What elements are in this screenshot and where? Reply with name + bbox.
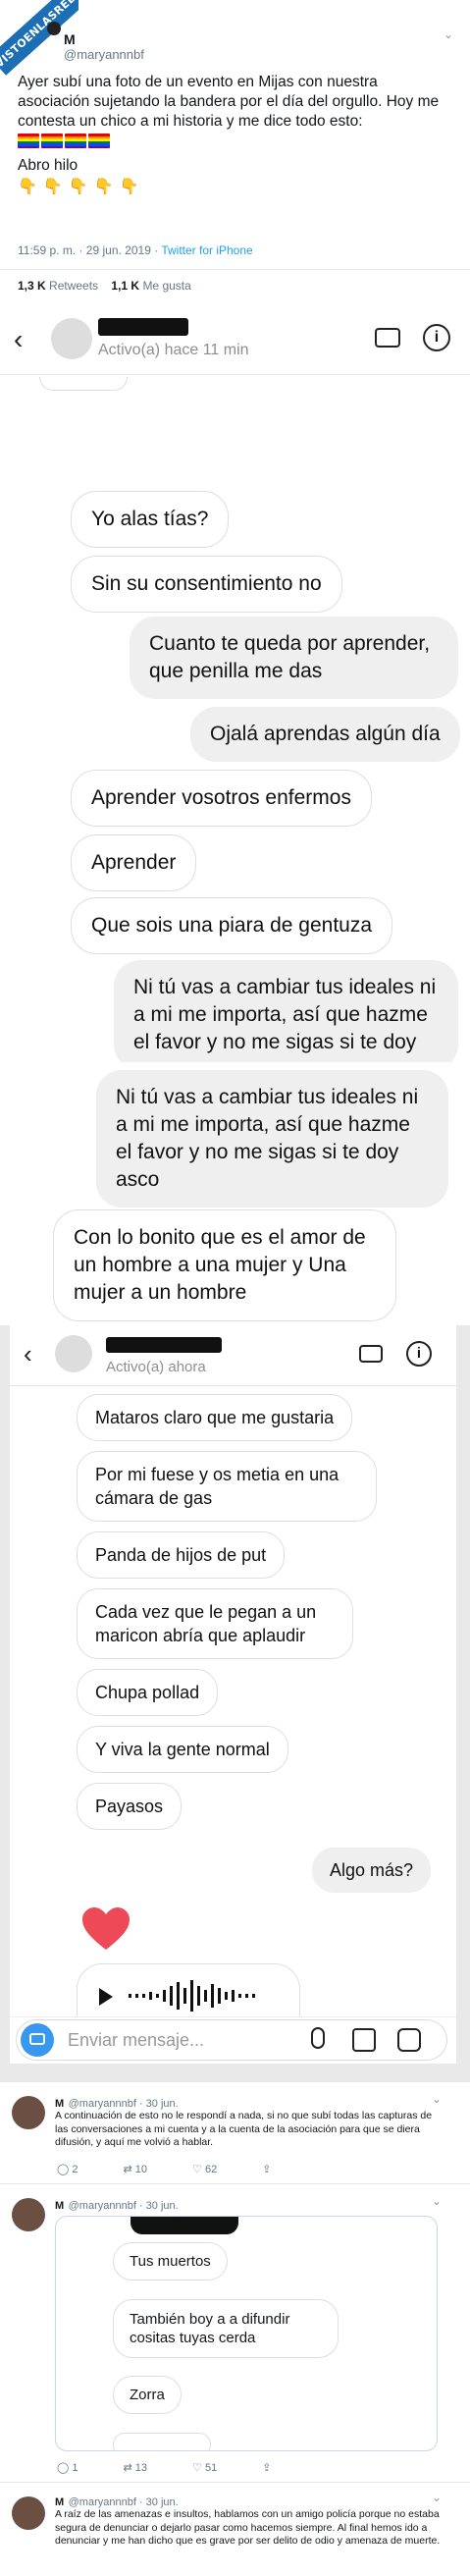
info-icon[interactable]: i	[423, 324, 450, 351]
tweet-meta: 11:59 p. m. · 29 jun. 2019 · Twitter for…	[18, 243, 253, 257]
avatar[interactable]	[55, 1335, 92, 1372]
message-incoming: Chupa pollad	[77, 1669, 219, 1716]
avatar[interactable]	[51, 318, 92, 359]
rainbow-flag-icon	[88, 134, 110, 148]
chevron-down-icon[interactable]: ⌄	[444, 27, 453, 41]
reply-button[interactable]: ◯ 1	[57, 2461, 78, 2474]
chevron-down-icon[interactable]: ⌄	[432, 2092, 442, 2106]
share-icon[interactable]: ⇪	[262, 2163, 271, 2175]
pointing-down-icon: 👇	[18, 179, 37, 195]
pointing-down-icon: 👇	[42, 179, 63, 195]
reply-author: M @maryannnbf · 30 jun.	[55, 2200, 179, 2212]
pointing-down-icon: 👇	[93, 179, 114, 195]
rainbow-flags	[18, 134, 449, 148]
message-outgoing: Ojalá aprendas algún día	[190, 707, 460, 762]
thread-label: Abro hilo	[18, 157, 78, 174]
message-incoming: Sin su consentimiento no	[71, 556, 342, 613]
pointing-down-icons: 👇 👇 👇 👇 👇	[18, 178, 449, 197]
message-incoming: Panda de hijos de put	[77, 1531, 286, 1579]
retweets-count[interactable]: 1,3 K	[18, 279, 46, 293]
chat-header: ‹ Activo(a) hace 11 min i	[0, 306, 470, 375]
message-incoming: Que sois una piara de gentuza	[71, 897, 393, 954]
message-incoming: Mataros claro que me gustaria	[77, 1394, 353, 1441]
partial-message	[113, 2433, 211, 2450]
redacted-username	[106, 1337, 222, 1353]
waveform-icon	[129, 1980, 255, 2012]
share-icon[interactable]: ⇪	[262, 2461, 271, 2474]
video-call-icon[interactable]	[375, 328, 400, 348]
gallery-icon[interactable]	[352, 2028, 376, 2052]
retweet-button[interactable]: ⇄ 13	[124, 2461, 148, 2474]
active-status: Activo(a) ahora	[106, 1359, 206, 1375]
reply-actions: ◯ 2 ⇄ 10 ♡ 62 ⇪	[57, 2163, 271, 2175]
info-icon[interactable]: i	[406, 1341, 432, 1367]
message-input[interactable]: Enviar mensaje...	[68, 2030, 204, 2051]
chat-screenshot-4: Tus muertos También boy a a difundir cos…	[55, 2216, 438, 2451]
back-arrow-icon[interactable]: ‹	[24, 1341, 32, 1367]
rainbow-flag-icon	[18, 134, 39, 148]
back-arrow-icon[interactable]: ‹	[14, 326, 23, 353]
reply-actions: ◯ 1 ⇄ 13 ♡ 51 ⇪	[57, 2461, 271, 2474]
tweet-author[interactable]: M @maryannnbf	[64, 31, 144, 62]
message-incoming: Con lo bonito que es el amor de un hombr…	[53, 1209, 396, 1321]
reply-tweet-1: M @maryannnbf · 30 jun. ⌄ A continuación…	[0, 2081, 470, 2183]
message-incoming: Tus muertos	[113, 2242, 228, 2281]
chevron-down-icon[interactable]: ⌄	[432, 2491, 442, 2504]
reply-tweet-2: M @maryannnbf · 30 jun. ⌄ Tus muertos Ta…	[0, 2183, 470, 2482]
play-icon[interactable]	[99, 1988, 113, 2006]
pointing-down-icon: 👇	[119, 179, 139, 195]
rainbow-flag-icon	[41, 134, 63, 148]
sticker-icon[interactable]	[397, 2028, 421, 2052]
reply-text: A continuación de esto no le respondí a …	[55, 2110, 433, 2148]
avatar[interactable]	[12, 2096, 45, 2129]
retweet-button[interactable]: ⇄ 10	[124, 2163, 148, 2175]
avatar[interactable]	[12, 2198, 45, 2231]
heart-reaction-icon	[80, 1906, 131, 1952]
chevron-down-icon[interactable]: ⌄	[432, 2194, 442, 2208]
reply-text: A raíz de las amenazas e insultos, habla…	[55, 2508, 441, 2547]
message-incoming: Por mi fuese y os metia en una cámara de…	[77, 1451, 377, 1522]
message-outgoing: Ni tú vas a cambiar tus ideales ni a mi …	[96, 1070, 448, 1208]
redacted-content	[131, 2217, 238, 2234]
video-call-icon[interactable]	[359, 1345, 383, 1363]
message-incoming: Payasos	[77, 1783, 183, 1830]
pointing-down-icon: 👇	[68, 179, 88, 195]
tweet-stats: 1,3 K Retweets 1,1 K Me gusta	[18, 279, 191, 293]
message-incoming: También boy a a difundir cositas tuyas c…	[113, 2299, 339, 2358]
chat-screenshot-1: ‹ Activo(a) hace 11 min i Yo alas tías? …	[0, 306, 470, 1062]
composer: Enviar mensaje...	[16, 2019, 447, 2061]
main-tweet: VISTOENLASREDES.com M @maryannnbf ⌄ Ayer…	[0, 0, 470, 306]
chat-header: ‹ Activo(a) ahora i	[10, 1325, 456, 1386]
chat-screenshot-2: Ni tú vas a cambiar tus ideales ni a mi …	[0, 1062, 470, 1325]
source-link[interactable]: Twitter for iPhone	[161, 243, 252, 257]
avatar[interactable]	[47, 22, 61, 35]
reply-tweet-3: M @maryannnbf · 30 jun. ⌄ A raíz de las …	[0, 2482, 470, 2576]
message-incoming: Zorra	[113, 2376, 182, 2414]
message-incoming: Cada vez que le pegan a un maricon abría…	[77, 1588, 353, 1659]
active-status: Activo(a) hace 11 min	[98, 342, 249, 358]
message-outgoing: Cuanto te queda por aprender, que penill…	[130, 617, 458, 699]
voice-message[interactable]	[77, 1963, 300, 2018]
rainbow-flag-icon	[65, 134, 86, 148]
chat-screenshot-3: ‹ Activo(a) ahora i Mataros claro que me…	[10, 1325, 456, 2064]
composer-bar: Enviar mensaje...	[10, 2016, 456, 2064]
like-button[interactable]: ♡ 62	[192, 2163, 217, 2175]
partial-message	[39, 377, 128, 391]
camera-icon[interactable]	[21, 2023, 54, 2057]
message-incoming: Y viva la gente normal	[77, 1726, 288, 1773]
message-outgoing: Algo más?	[312, 1848, 432, 1893]
divider	[0, 269, 470, 270]
message-incoming: Aprender vosotros enfermos	[71, 770, 372, 827]
likes-count[interactable]: 1,1 K	[111, 279, 139, 293]
message-outgoing-cropped: Ni tú vas a cambiar tus ideales ni a mi …	[114, 960, 458, 1062]
microphone-icon[interactable]	[311, 2027, 325, 2049]
redacted-username	[98, 318, 188, 336]
message-incoming: Aprender	[71, 834, 197, 891]
message-incoming: Yo alas tías?	[71, 491, 230, 548]
like-button[interactable]: ♡ 51	[192, 2461, 217, 2474]
reply-button[interactable]: ◯ 2	[57, 2163, 78, 2175]
tweet-text: Ayer subí una foto de un evento en Mijas…	[18, 73, 449, 197]
avatar[interactable]	[12, 2496, 45, 2530]
